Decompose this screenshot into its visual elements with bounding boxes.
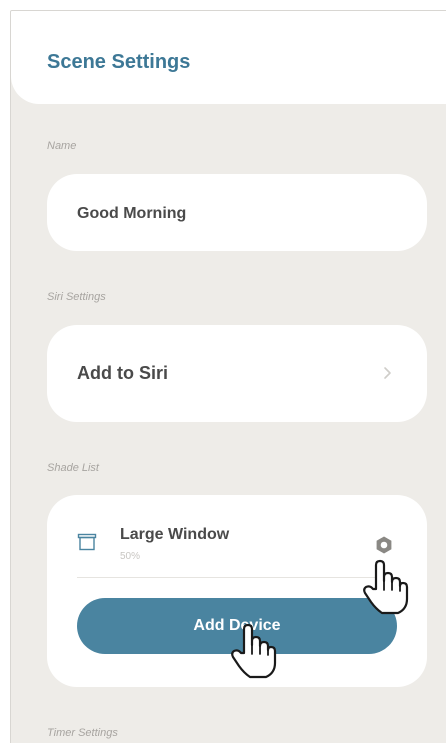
page-title: Scene Settings bbox=[47, 51, 191, 73]
shade-level: 50% bbox=[120, 551, 141, 562]
add-to-siri-label: Add to Siri bbox=[77, 363, 168, 383]
timer-settings-label: Timer Settings bbox=[47, 727, 118, 739]
name-field[interactable]: Good Morning bbox=[47, 174, 427, 251]
name-section-label: Name bbox=[47, 140, 77, 152]
hand-pointer-icon bbox=[363, 559, 409, 615]
siri-section-label: Siri Settings bbox=[47, 291, 106, 303]
chevron-right-icon bbox=[384, 367, 391, 379]
shade-list-label: Shade List bbox=[47, 462, 99, 474]
scene-settings-screen: Scene Settings Name Good Morning Siri Se… bbox=[10, 10, 446, 743]
shade-icon bbox=[77, 533, 97, 551]
shade-name: Large Window bbox=[120, 526, 230, 543]
add-to-siri-button[interactable]: Add to Siri bbox=[47, 325, 427, 422]
gear-icon[interactable] bbox=[374, 535, 394, 555]
name-value: Good Morning bbox=[77, 205, 187, 222]
divider bbox=[77, 577, 395, 578]
header: Scene Settings bbox=[11, 11, 446, 104]
hand-pointer-icon bbox=[231, 623, 277, 679]
